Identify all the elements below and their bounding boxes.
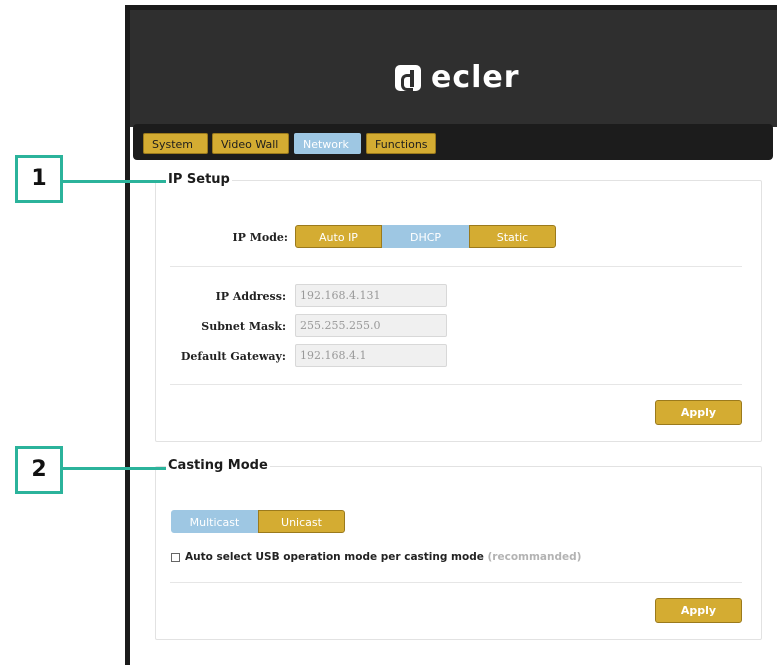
tab-video-wall[interactable]: Video Wall [212, 133, 289, 154]
auto-usb-mode-checkbox[interactable] [171, 553, 180, 562]
tab-system[interactable]: System [143, 133, 208, 154]
default-gateway-field[interactable]: 192.168.4.1 [295, 344, 447, 367]
callout-2-line [63, 467, 166, 470]
divider [170, 582, 742, 583]
recommended-hint: (recommanded) [487, 551, 582, 563]
ip-address-label: IP Address: [215, 290, 286, 303]
casting-mode-legend: Casting Mode [166, 458, 270, 473]
casting-multicast-button[interactable]: Multicast [171, 510, 258, 533]
tab-network[interactable]: Network [294, 133, 361, 154]
ip-mode-label: IP Mode: [232, 231, 288, 244]
header: ecler [130, 10, 777, 127]
ecler-logo-icon [395, 65, 421, 91]
ip-setup-apply-button[interactable]: Apply [655, 400, 742, 425]
ip-address-field[interactable]: 192.168.4.131 [295, 284, 447, 307]
casting-unicast-button[interactable]: Unicast [258, 510, 345, 533]
tab-functions[interactable]: Functions [366, 133, 436, 154]
subnet-mask-label: Subnet Mask: [201, 320, 286, 333]
ip-mode-auto-ip-button[interactable]: Auto IP [295, 225, 382, 248]
ecler-logo: ecler [395, 61, 520, 95]
ip-setup-legend: IP Setup [166, 172, 232, 187]
callout-2: 2 [15, 446, 63, 494]
callout-1: 1 [15, 155, 63, 203]
callout-1-line [63, 180, 166, 183]
auto-usb-mode-text: Auto select USB operation mode per casti… [185, 551, 484, 563]
default-gateway-label: Default Gateway: [180, 350, 286, 363]
divider [170, 384, 742, 385]
logo-text: ecler [431, 60, 520, 95]
auto-usb-mode-label[interactable]: Auto select USB operation mode per casti… [185, 551, 581, 563]
ip-mode-dhcp-button[interactable]: DHCP [382, 225, 469, 248]
tab-bar: System Video Wall Network Functions [133, 124, 773, 160]
divider [170, 266, 742, 267]
subnet-mask-field[interactable]: 255.255.255.0 [295, 314, 447, 337]
ip-mode-static-button[interactable]: Static [469, 225, 556, 248]
casting-mode-apply-button[interactable]: Apply [655, 598, 742, 623]
